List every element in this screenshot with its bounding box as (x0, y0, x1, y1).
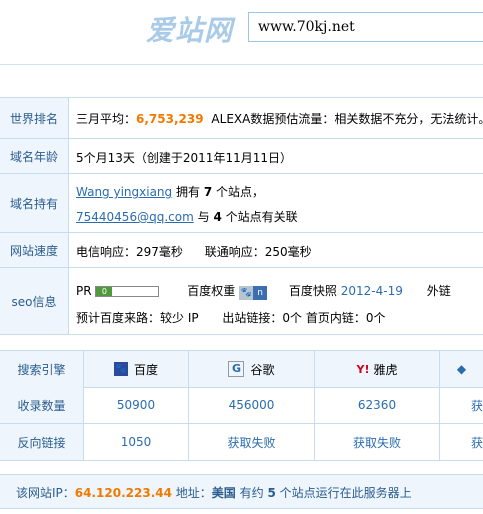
owner-related-suffix: 个站点有关联 (225, 210, 298, 224)
indexed-label: 收录数量 (0, 387, 84, 423)
backlinks-label: 反向链接 (0, 424, 84, 460)
pr-label: PR (76, 284, 92, 298)
owner-related-count: 4 (213, 210, 222, 224)
out-links: 出站链接：0个 (222, 311, 303, 325)
yahoo-y-icon: Y! (356, 362, 370, 376)
engine-header: 搜索引擎 (0, 351, 84, 387)
owner-email-link[interactable]: 75440456@qq.com (76, 210, 194, 224)
stats-header-row: 搜索引擎 🐾 百度 G 谷歌 Y! 雅虎 ◆ (0, 350, 483, 388)
indexed-row: 收录数量 50900 456000 62360 获 (0, 387, 483, 424)
age-label: 域名年龄 (0, 139, 69, 173)
snapshot-label: 百度快照 (288, 284, 337, 298)
country: 美国 (211, 486, 236, 500)
baidu-traffic-estimate: 预计百度来路：较少 IP (76, 311, 199, 325)
baidu-backlinks[interactable]: 1050 (84, 424, 189, 460)
backlinks-row: 反向链接 1050 获取失败 获取失败 获 (0, 424, 483, 461)
rank-prefix: 三月平均： (76, 112, 137, 126)
owner-row: 域名持有 Wang yingxiang 拥有 7 个站点， 75440456@q… (0, 174, 483, 233)
owner-owns-suffix: 个站点， (216, 185, 265, 199)
google-indexed[interactable]: 456000 (189, 387, 315, 423)
cut-value: 获 (470, 398, 483, 413)
google-backlinks[interactable]: 获取失败 (189, 424, 315, 460)
snapshot-date[interactable]: 2012-4-19 (341, 284, 403, 298)
google-header[interactable]: G 谷歌 (189, 351, 315, 387)
owner-count: 7 (203, 185, 213, 199)
owner-label: 域名持有 (0, 174, 69, 232)
telecom-speed: 电信响应：297毫秒 (76, 245, 183, 259)
yahoo-indexed[interactable]: 62360 (315, 387, 440, 423)
baidu-paw-icon: 🐾 (113, 362, 128, 376)
alexa-text: ALEXA数据预估流量：相关数据不充分，无法统计。 (211, 112, 483, 126)
mid-text: 有约 (239, 486, 264, 500)
url-input[interactable]: www.70kj.net (248, 12, 483, 42)
speed-label: 网站速度 (0, 233, 69, 267)
site-logo[interactable]: 爱站网 (146, 9, 233, 49)
cut-value: 获 (470, 435, 483, 450)
age-text: 5个月13天（创建于2011年11月11日） (76, 151, 292, 165)
baidu-weight-value: n (253, 285, 268, 300)
header: 爱站网 www.70kj.net (0, 0, 483, 52)
pr-value: 0 (96, 287, 113, 296)
url-text: www.70kj.net (258, 19, 355, 35)
yahoo-header[interactable]: Y! 雅虎 (315, 351, 440, 387)
rank-label: 世界排名 (0, 98, 69, 138)
ip-prefix: 该网站IP： (16, 486, 75, 500)
ip-value: 64.120.223.44 (74, 486, 172, 500)
more-engine-icon: ◆ (456, 362, 467, 376)
baidu-weight-label: 百度权重 (187, 284, 236, 298)
site-info-table: 世界排名 三月平均：6,753,239 ALEXA数据预估流量：相关数据不充分，… (0, 97, 483, 335)
baidu-paw-icon: 🐾 (239, 285, 254, 300)
external-label: 外链 (426, 284, 451, 298)
unicom-speed: 联通响应：250毫秒 (204, 245, 312, 259)
yahoo-backlinks[interactable]: 获取失败 (315, 424, 440, 460)
suffix-text: 个站点运行在此服务器上 (279, 486, 412, 500)
divider (0, 64, 483, 65)
baidu-indexed[interactable]: 50900 (84, 387, 189, 423)
seo-row: seo信息 PR 0 百度权重 🐾 n 百度快照 2012-4-19 外链 预计百… (0, 268, 483, 335)
speed-row: 网站速度 电信响应：297毫秒 联通响应：250毫秒 (0, 233, 483, 268)
owner-related-text: 与 (197, 210, 210, 224)
site-count: 5 (267, 486, 276, 500)
rank-value: 6,753,239 (136, 112, 204, 126)
home-links: 首页内链：0个 (305, 311, 386, 325)
address-label: 地址： (175, 486, 212, 500)
owner-owns-text: 拥有 (176, 185, 201, 199)
server-info: 该网站IP：64.120.223.44 地址：美国 有约 5 个站点运行在此服务… (0, 474, 483, 509)
google-g-icon: G (228, 361, 245, 377)
baidu-header[interactable]: 🐾 百度 (84, 351, 189, 387)
seo-label: seo信息 (0, 268, 69, 334)
rank-row: 世界排名 三月平均：6,753,239 ALEXA数据预估流量：相关数据不充分，… (0, 98, 483, 139)
pr-bar: 0 (95, 286, 160, 297)
baidu-weight-badge[interactable]: 🐾 n (239, 284, 268, 300)
age-row: 域名年龄 5个月13天（创建于2011年11月11日） (0, 139, 483, 174)
owner-name-link[interactable]: Wang yingxiang (76, 185, 172, 199)
